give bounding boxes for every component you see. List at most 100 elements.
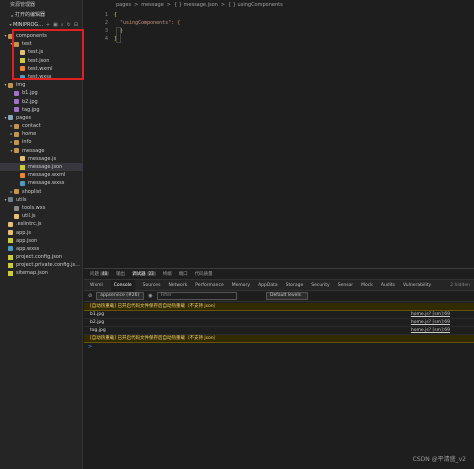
- code-editor[interactable]: pages > message >{ } message.json >{ } using…: [84, 0, 474, 268]
- count-badge: 48: [100, 271, 110, 276]
- log-text: b2.jpg: [90, 320, 105, 325]
- devtools-tab-performance[interactable]: Performance: [195, 283, 224, 288]
- breadcrumb-item[interactable]: { } message.json: [174, 0, 218, 11]
- panel-tab-label: 问题: [90, 272, 99, 277]
- tree-item[interactable]: b2.jpg: [0, 98, 83, 106]
- wxml-file-icon: [20, 172, 25, 178]
- tree-item[interactable]: ▸ contact: [0, 122, 83, 130]
- log-source-link[interactable]: home.js? [sm]:69: [411, 327, 450, 335]
- panel-tab[interactable]: 输出: [116, 271, 125, 277]
- levels-select[interactable]: Default levels: [266, 292, 308, 300]
- tree-item[interactable]: ▸ home: [0, 130, 83, 138]
- tree-item-label: utils: [16, 196, 27, 203]
- wxss-file-icon: [20, 180, 25, 186]
- panel-tab[interactable]: 端口: [179, 271, 188, 277]
- tree-item[interactable]: b1.jpg: [0, 89, 83, 97]
- folder-icon: [14, 189, 19, 195]
- breadcrumb-separator: >: [134, 2, 139, 8]
- tree-item[interactable]: app.js: [0, 229, 83, 237]
- breadcrumb-separator: >: [166, 2, 171, 8]
- explorer-title: 资源管理器: [10, 2, 36, 8]
- log-text: [自动热重载] 已开启代码文件保存后自动热重载（不支持 json）: [90, 336, 219, 341]
- explorer-sidebar: 资源管理器 ▸ 打开的编辑器 ▾ MINIPROG... + ▣ ⌕ ↻ ⊟ ▾…: [0, 0, 84, 469]
- tree-item[interactable]: app.wxss: [0, 245, 83, 253]
- tree-item[interactable]: sitemap.json: [0, 269, 83, 277]
- devtools-tab-console[interactable]: Console: [110, 279, 135, 291]
- devtools-tab-security[interactable]: Security: [311, 283, 329, 288]
- tree-item[interactable]: message.wxss: [0, 179, 83, 187]
- open-editors-section[interactable]: ▸ 打开的编辑器: [0, 11, 82, 20]
- panel-tab[interactable]: 代码质量: [195, 271, 213, 277]
- devtools-tab-vulnerability[interactable]: Vulnerability: [403, 283, 431, 288]
- filter-input[interactable]: Filter: [156, 292, 237, 300]
- tree-item[interactable]: ▾ message: [0, 147, 83, 155]
- log-text: b1.jpg: [90, 312, 105, 317]
- code-content[interactable]: { "usingComponents": { }}: [114, 11, 180, 43]
- tree-item[interactable]: app.json: [0, 237, 83, 245]
- devtools-tab-wxml[interactable]: Wxml: [90, 283, 103, 288]
- line-number: 3: [104, 28, 108, 34]
- console-prompt[interactable]: >: [84, 343, 474, 352]
- devtools-tab-sensor[interactable]: Sensor: [338, 283, 353, 288]
- jpg-file-icon: [14, 90, 19, 96]
- folder-icon: [8, 82, 13, 88]
- panel-tab[interactable]: 终端: [163, 271, 172, 277]
- open-editors-label: 打开的编辑器: [15, 12, 46, 18]
- context-select[interactable]: appservice (#26): [96, 292, 145, 300]
- js-file-icon: [20, 156, 25, 162]
- tree-item[interactable]: util.js: [0, 212, 83, 220]
- breadcrumb-item[interactable]: { } usingComponents: [228, 0, 283, 11]
- code-line[interactable]: {: [114, 11, 180, 19]
- tree-item-label: message.wxss: [28, 180, 65, 187]
- log-text: tag.jpg: [90, 328, 106, 333]
- devtools-tab-audits[interactable]: Audits: [381, 283, 395, 288]
- console-warning: [自动热重载] 已开启代码文件保存后自动热重载（不支持 json）: [84, 303, 474, 311]
- eye-icon[interactable]: ◉: [148, 293, 152, 299]
- tree-item[interactable]: message.json: [0, 163, 83, 172]
- code-line[interactable]: }: [114, 27, 180, 35]
- log-source-link[interactable]: home.js? [sm]:69: [411, 319, 450, 327]
- jpg-file-icon: [14, 107, 19, 113]
- devtools-tab-storage[interactable]: Storage: [286, 283, 304, 288]
- tree-item-label: project.private.config.js...: [16, 262, 80, 269]
- tree-item-label: app.js: [16, 229, 31, 236]
- breadcrumb-item[interactable]: pages: [116, 0, 131, 11]
- json-file-icon: [8, 254, 13, 260]
- tree-item[interactable]: tag.jpg: [0, 106, 83, 114]
- console-log: b2.jpg home.js? [sm]:69: [84, 319, 474, 327]
- tree-item[interactable]: ▾ utils: [0, 196, 83, 204]
- panel-tab[interactable]: 调试器 23: [132, 271, 156, 277]
- breadcrumb-separator: >: [220, 2, 226, 8]
- tree-item[interactable]: ▾ img: [0, 81, 83, 89]
- clear-console-icon[interactable]: ⊘: [88, 293, 92, 299]
- folder-icon: [14, 123, 19, 129]
- watermark: CSDN @平清盛_v2: [412, 456, 466, 463]
- tree-item[interactable]: tools.wxs: [0, 204, 83, 212]
- tree-item[interactable]: message.js: [0, 155, 83, 163]
- devtools-tab-appdata[interactable]: AppData: [258, 283, 278, 288]
- devtools-tab-mock[interactable]: Mock: [361, 283, 373, 288]
- tree-item[interactable]: ▾ pages: [0, 114, 83, 122]
- devtools-tab-memory[interactable]: Memory: [232, 283, 250, 288]
- tree-item-label: app.wxss: [16, 245, 40, 252]
- devtools-tab-sources[interactable]: Sources: [143, 283, 161, 288]
- code-line[interactable]: "usingComponents": {: [114, 19, 180, 27]
- panel-tab[interactable]: 问题 48: [90, 271, 110, 277]
- panel-tab-label: 终端: [162, 272, 172, 277]
- tree-item[interactable]: .eslintrc.js: [0, 220, 83, 228]
- tree-item[interactable]: ▸ shoplist: [0, 188, 83, 196]
- panel-tab-label: 输出: [116, 272, 126, 277]
- tree-item[interactable]: project.config.json: [0, 253, 83, 261]
- hidden-count[interactable]: 2 hidden: [450, 283, 470, 288]
- devtools-panel: 问题 48 输出 调试器 23 终端 端口 代码质量 Wxml Console Sources Ne…: [84, 268, 474, 469]
- tree-item[interactable]: project.private.config.js...: [0, 261, 83, 269]
- tree-item-label: pages: [16, 114, 32, 121]
- tree-item[interactable]: ▸ info: [0, 138, 83, 146]
- line-number: 1: [104, 12, 108, 18]
- tree-item[interactable]: message.wxml: [0, 171, 83, 179]
- log-source-link[interactable]: home.js? [sm]:69: [411, 311, 450, 319]
- line-number: 2: [104, 20, 108, 26]
- code-line[interactable]: }: [114, 35, 180, 43]
- devtools-tab-network[interactable]: Network: [168, 283, 187, 288]
- breadcrumb-item[interactable]: message: [141, 0, 163, 11]
